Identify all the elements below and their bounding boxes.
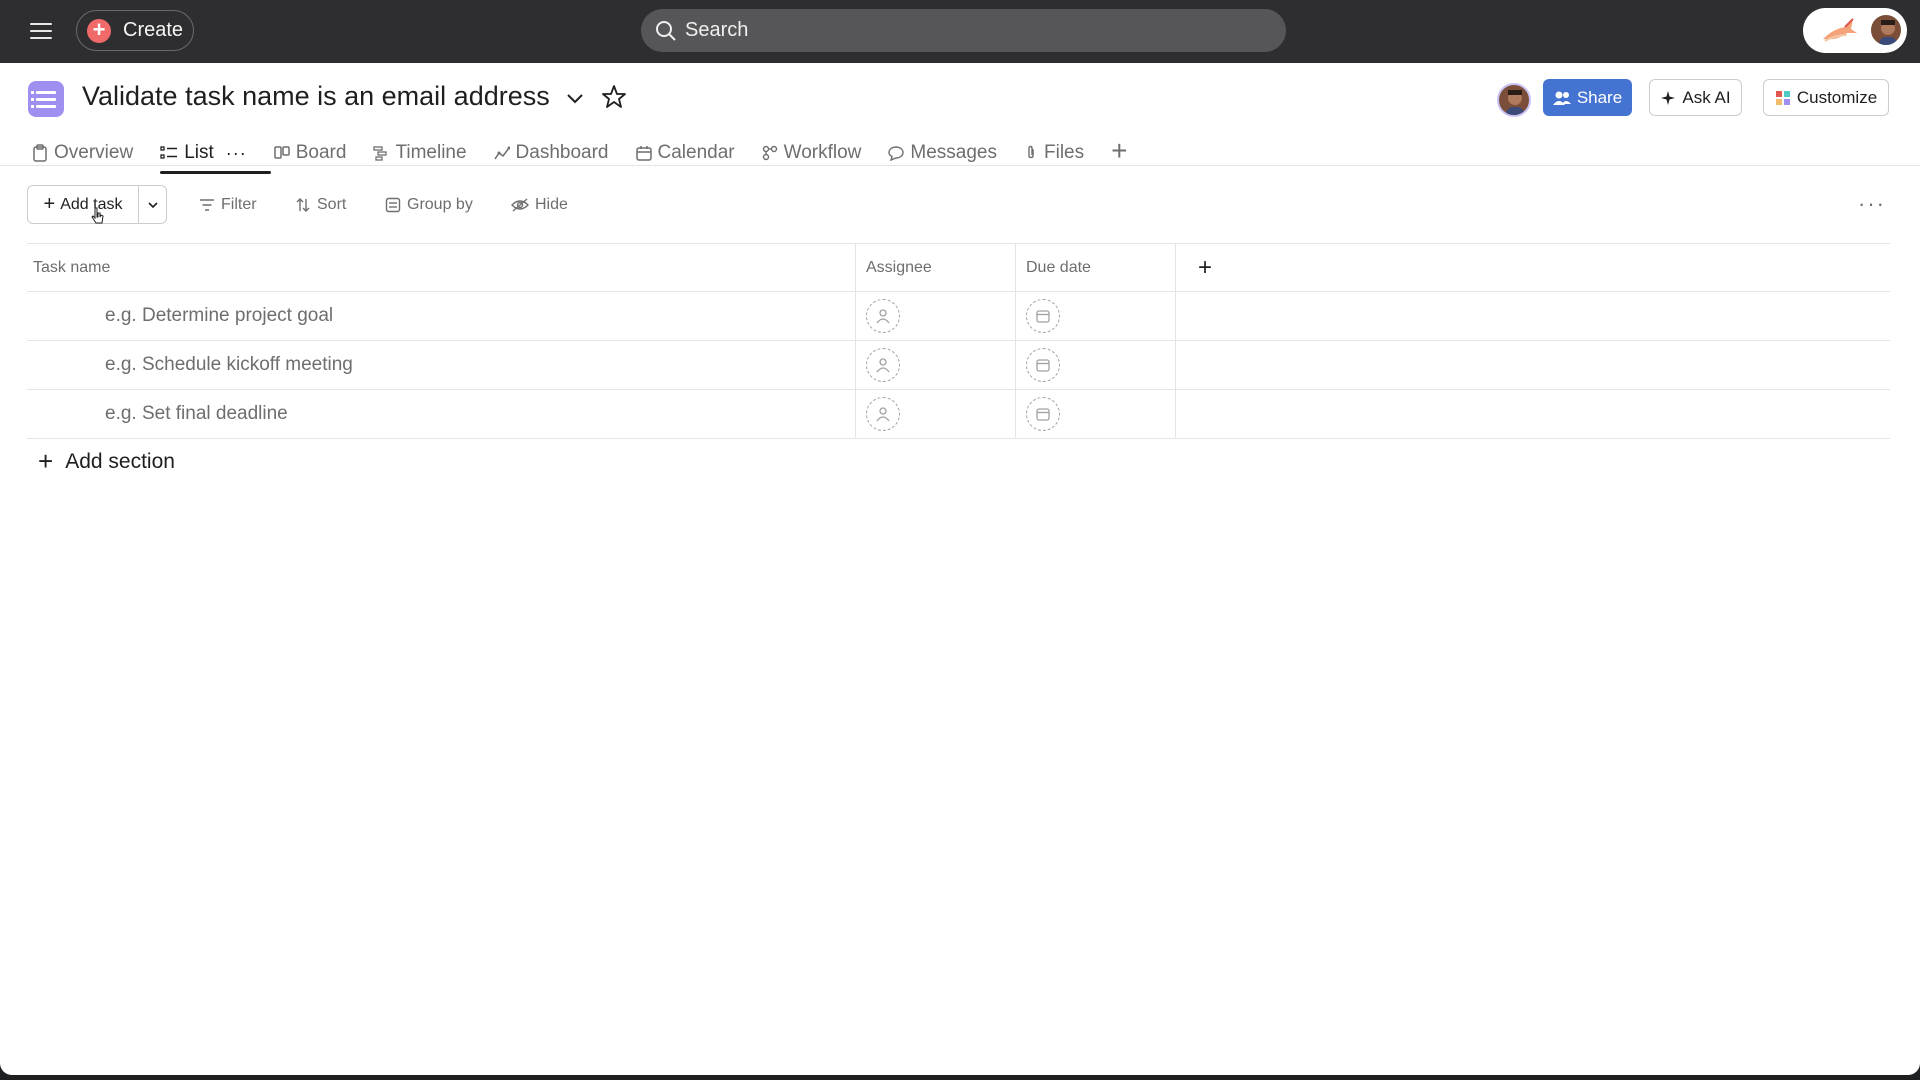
ask-ai-button[interactable]: Ask AI <box>1649 79 1742 116</box>
member-avatar[interactable] <box>1497 83 1531 117</box>
plus-icon: + <box>1198 253 1213 281</box>
tab-label: Dashboard <box>515 142 609 163</box>
timeline-icon <box>373 146 388 161</box>
eye-off-icon <box>511 197 529 212</box>
project-page: Validate task name is an email address S… <box>0 63 1920 1075</box>
group-icon <box>385 197 401 212</box>
tab-messages[interactable]: Messages <box>888 133 997 173</box>
tab-label: Calendar <box>657 142 735 163</box>
tab-calendar[interactable]: Calendar <box>635 133 735 173</box>
top-bar: + Create Search <box>0 0 1920 63</box>
tab-overview[interactable]: Overview <box>32 133 133 173</box>
tab-list[interactable]: List ··· <box>160 133 271 174</box>
list-icon <box>160 146 178 159</box>
tab-dashboard[interactable]: Dashboard <box>493 133 609 173</box>
table-header: Task name Assignee Due date + <box>27 243 1890 292</box>
search-placeholder: Search <box>685 19 749 41</box>
customize-grid-icon <box>1775 90 1790 105</box>
tab-label: List <box>184 142 214 163</box>
tab-timeline[interactable]: Timeline <box>373 133 467 173</box>
more-options-icon[interactable]: ··· <box>226 143 247 164</box>
sort-label: Sort <box>317 195 347 213</box>
assignee-icon[interactable] <box>866 397 900 431</box>
tab-board[interactable]: Board <box>274 133 347 173</box>
chevron-down-icon <box>147 201 158 208</box>
clipboard-icon <box>33 144 47 162</box>
tab-files[interactable]: Files <box>1024 133 1084 173</box>
customize-button[interactable]: Customize <box>1763 79 1889 116</box>
account-menu[interactable] <box>1803 8 1907 53</box>
tab-label: Workflow <box>783 142 862 163</box>
filter-icon <box>200 198 214 211</box>
tab-label: Overview <box>54 142 134 163</box>
create-label: Create <box>123 19 184 41</box>
people-icon <box>1552 91 1571 105</box>
task-name-placeholder[interactable]: e.g. Determine project goal <box>33 305 333 327</box>
task-name-placeholder[interactable]: e.g. Set final deadline <box>33 403 288 425</box>
tabs-divider <box>0 165 1920 166</box>
due-date-calendar-icon[interactable] <box>1026 348 1060 382</box>
more-options-icon[interactable]: ··· <box>1858 191 1886 217</box>
add-section-button[interactable]: + Add section <box>38 446 175 477</box>
add-task-dropdown[interactable] <box>139 186 166 223</box>
tab-label: Messages <box>910 142 997 163</box>
project-list-icon[interactable] <box>28 81 64 117</box>
filter-button[interactable]: Filter <box>199 185 257 224</box>
message-bubble-icon <box>888 146 905 161</box>
search-icon <box>656 20 676 41</box>
filter-label: Filter <box>221 195 257 213</box>
hamburger-menu-icon[interactable] <box>26 18 56 44</box>
sparkle-icon <box>1661 90 1676 105</box>
pointer-cursor-icon <box>91 207 104 224</box>
plus-icon: + <box>87 18 111 43</box>
assignee-icon[interactable] <box>866 299 900 333</box>
add-tab-icon[interactable]: + <box>1111 135 1127 167</box>
due-date-calendar-icon[interactable] <box>1026 397 1060 431</box>
hide-label: Hide <box>535 195 568 213</box>
table-row[interactable]: e.g. Set final deadline <box>27 390 1890 439</box>
tab-label: Files <box>1044 142 1085 163</box>
column-header-task-name[interactable]: Task name <box>27 244 856 291</box>
task-name-placeholder[interactable]: e.g. Schedule kickoff meeting <box>33 354 353 376</box>
workflow-icon <box>762 145 777 161</box>
tab-label: Timeline <box>395 142 467 163</box>
add-column-button[interactable]: + <box>1176 244 1890 291</box>
tab-workflow[interactable]: Workflow <box>762 133 862 173</box>
celebration-creature-icon <box>1823 18 1857 42</box>
chevron-down-icon[interactable] <box>562 85 588 111</box>
column-header-due-date[interactable]: Due date <box>1016 244 1176 291</box>
dashboard-icon <box>493 146 510 160</box>
share-label: Share <box>1576 87 1623 107</box>
add-section-label: Add section <box>65 449 175 473</box>
create-button[interactable]: + Create <box>76 10 194 51</box>
assignee-icon[interactable] <box>866 348 900 382</box>
star-icon[interactable] <box>600 83 628 111</box>
page-title[interactable]: Validate task name is an email address <box>82 81 550 112</box>
hide-button[interactable]: Hide <box>511 185 568 224</box>
plus-icon: + <box>38 446 54 476</box>
board-icon <box>274 146 290 159</box>
share-button[interactable]: Share <box>1543 79 1632 116</box>
paperclip-icon <box>1028 145 1034 159</box>
task-table: Task name Assignee Due date + e.g. Deter… <box>27 243 1890 439</box>
column-header-assignee[interactable]: Assignee <box>856 244 1016 291</box>
add-task-button[interactable]: + Add task <box>28 186 139 223</box>
group-by-button[interactable]: Group by <box>385 185 473 224</box>
plus-icon: + <box>43 193 56 215</box>
user-avatar[interactable] <box>1869 13 1903 47</box>
customize-label: Customize <box>1796 87 1878 107</box>
calendar-icon <box>635 146 652 161</box>
table-row[interactable]: e.g. Determine project goal <box>27 292 1890 341</box>
group-by-label: Group by <box>407 195 473 213</box>
due-date-calendar-icon[interactable] <box>1026 299 1060 333</box>
sort-button[interactable]: Sort <box>295 185 346 224</box>
ask-ai-label: Ask AI <box>1682 87 1731 107</box>
search-bar[interactable]: Search <box>641 9 1286 52</box>
sort-icon <box>296 197 310 212</box>
project-tabs: Overview List ··· Board Timeline Dashboa… <box>32 133 1127 174</box>
table-row[interactable]: e.g. Schedule kickoff meeting <box>27 341 1890 390</box>
tab-label: Board <box>295 142 347 163</box>
